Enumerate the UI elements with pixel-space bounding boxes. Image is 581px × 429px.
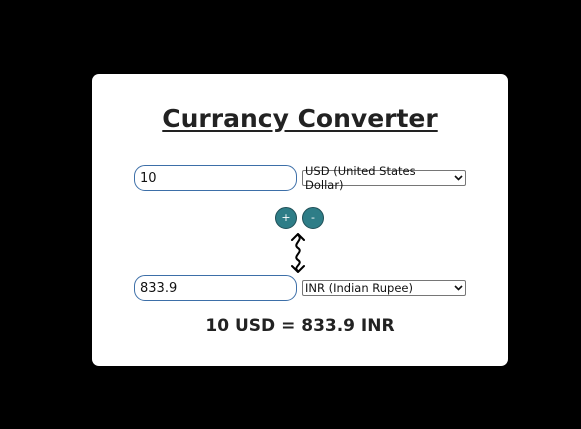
page-title: Currancy Converter <box>162 104 438 133</box>
converter-card: Currancy Converter USD (United States Do… <box>92 74 508 366</box>
chevron-down-icon <box>452 171 465 185</box>
conversion-result: 10 USD = 833.9 INR <box>205 316 395 336</box>
to-currency-value: INR (Indian Rupee) <box>305 281 413 295</box>
from-amount-input[interactable] <box>134 165 297 191</box>
decrease-button[interactable]: - <box>302 207 324 229</box>
to-amount-input[interactable] <box>134 275 297 301</box>
from-currency-select[interactable]: USD (United States Dollar) <box>302 164 466 192</box>
to-currency-select[interactable]: INR (Indian Rupee) <box>302 280 466 296</box>
chevron-down-icon <box>451 281 465 295</box>
swap-vertical-arrows-icon[interactable] <box>288 233 308 273</box>
from-currency-value: USD (United States Dollar) <box>305 164 416 192</box>
increase-button[interactable]: + <box>275 207 297 229</box>
